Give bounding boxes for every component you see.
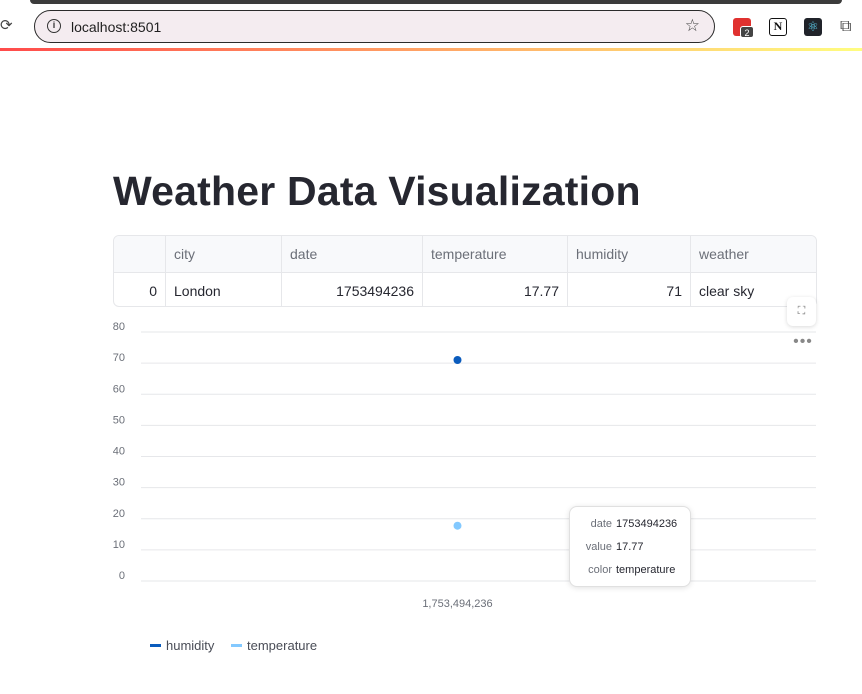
humidity-cell[interactable]: 71 (568, 273, 691, 306)
tooltip-row-date: date 1753494236 (570, 516, 692, 532)
tooltip-row-value: value 17.77 (570, 539, 692, 555)
data-point-humidity[interactable] (453, 356, 462, 365)
date-cell[interactable]: 1753494236 (282, 273, 423, 306)
streamlit-decoration-bar (0, 48, 862, 51)
tooltip-key: date (590, 518, 612, 530)
legend-swatch (231, 644, 242, 648)
y-tick-label: 80 (113, 321, 125, 333)
y-tick-label: 30 (113, 477, 125, 489)
table-header-row: city date temperature humidity weather (114, 236, 816, 272)
row-index-cell[interactable]: 0 (114, 273, 166, 306)
city-cell[interactable]: London (166, 273, 282, 306)
todoist-icon[interactable]: 2 (733, 18, 754, 38)
y-tick-label: 50 (113, 414, 125, 426)
column-header-weather[interactable]: weather (691, 236, 816, 272)
browser-toolbar: ⟳ i localhost:8501 ☆ 2 N ⚛ ⧉ (0, 4, 862, 48)
legend-item-temperature[interactable]: temperature (231, 637, 317, 655)
tooltip-value: temperature (616, 564, 676, 576)
data-point-temperature[interactable] (453, 521, 462, 530)
y-tick-label: 10 (113, 539, 125, 551)
temperature-cell[interactable]: 17.77 (423, 273, 568, 306)
legend-item-humidity[interactable]: humidity (150, 637, 214, 655)
legend-label: humidity (166, 638, 215, 653)
y-tick-label: 20 (113, 508, 125, 520)
column-header-city[interactable]: city (166, 236, 282, 272)
column-header-humidity[interactable]: humidity (568, 236, 691, 272)
y-tick-label: 0 (119, 570, 125, 582)
extension-badge: 2 (740, 26, 754, 38)
scatter-chart[interactable]: 0 10 20 30 40 50 60 70 80 1,753,494,236 (100, 320, 830, 620)
site-info-icon[interactable]: i (47, 19, 61, 33)
legend-label: temperature (247, 638, 318, 653)
tooltip-row-color: color temperature (570, 562, 692, 578)
tooltip-key: value (585, 541, 612, 553)
bookmark-star-icon[interactable]: ☆ (685, 16, 700, 36)
y-tick-label: 60 (113, 383, 125, 395)
dataframe[interactable]: city date temperature humidity weather 0… (113, 235, 817, 307)
x-tick-label: 1,753,494,236 (422, 598, 492, 610)
tooltip-value: 17.77 (616, 541, 644, 553)
notion-icon[interactable]: N (769, 18, 787, 36)
table-row: 0 London 1753494236 17.77 71 clear sky (114, 272, 816, 306)
chart-tooltip: date 1753494236 value 17.77 color temper… (569, 506, 691, 587)
reload-icon[interactable]: ⟳ (0, 18, 16, 34)
tooltip-key: color (588, 564, 612, 576)
column-header-temperature[interactable]: temperature (423, 236, 568, 272)
column-header-date[interactable]: date (282, 236, 423, 272)
column-header-index[interactable] (114, 236, 166, 272)
y-tick-label: 40 (113, 446, 125, 458)
legend-swatch (150, 644, 161, 648)
react-devtools-icon[interactable]: ⚛ (804, 18, 822, 36)
url-text[interactable]: localhost:8501 (71, 19, 161, 35)
address-bar[interactable]: i localhost:8501 ☆ (34, 10, 715, 43)
tooltip-value: 1753494236 (616, 518, 678, 530)
extensions-puzzle-icon[interactable]: ⧉ (840, 18, 858, 36)
y-tick-label: 70 (113, 352, 125, 364)
page-title: Weather Data Visualization (113, 168, 641, 214)
